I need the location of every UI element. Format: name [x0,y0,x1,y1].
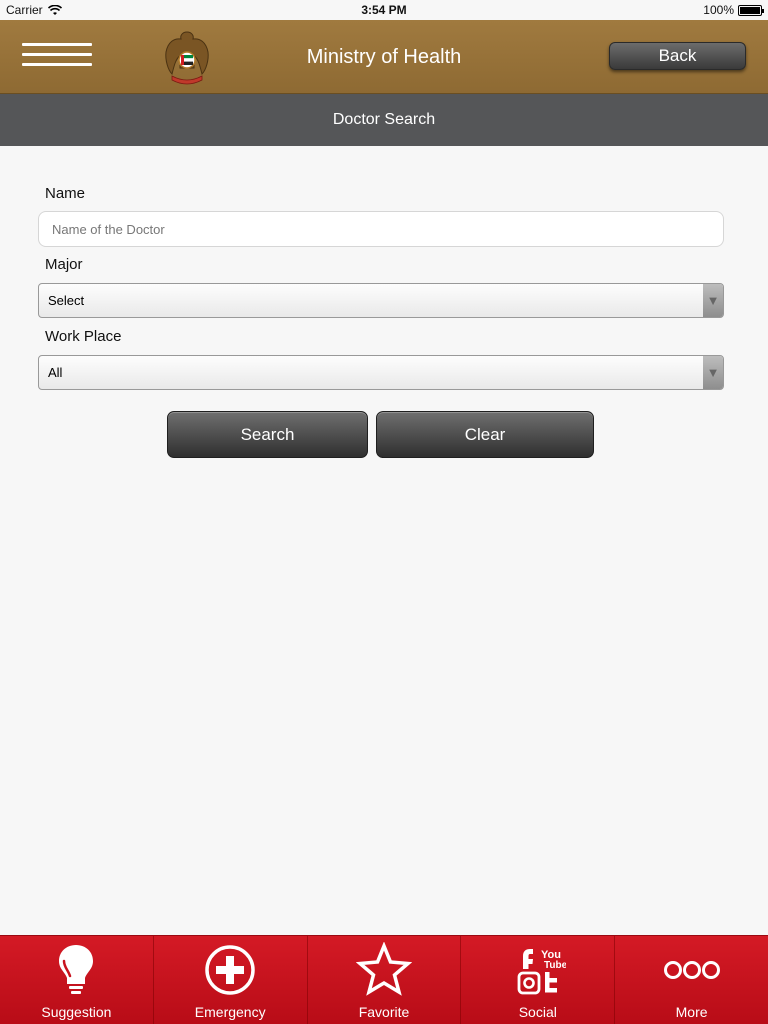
social-icon: You Tube [517,949,566,995]
clear-button[interactable]: Clear [376,411,594,458]
battery-percent: 100% [703,3,734,17]
status-time: 3:54 PM [361,3,407,17]
major-select-value: Select [48,293,85,308]
workplace-select-value: All [48,365,63,380]
workplace-label: Work Place [45,328,122,345]
bottom-tab-bar: Suggestion Emergency Favorite You Tube S… [0,935,768,1024]
major-select[interactable]: Select ▼ [38,283,724,318]
battery-icon [738,4,764,16]
tab-favorite-label: Favorite [358,1004,410,1020]
tab-social[interactable]: You Tube Social [461,936,616,1024]
search-button[interactable]: Search [167,411,368,458]
top-nav-bar: Ministry of Health Back [0,20,768,94]
doctor-name-input[interactable] [38,211,724,247]
status-bar: Carrier 3:54 PM 100% [0,0,768,20]
tab-more[interactable]: More [615,936,768,1024]
tab-more-label: More [675,1004,708,1020]
tab-emergency[interactable]: Emergency [154,936,308,1024]
tab-emergency-label: Emergency [194,1004,266,1020]
tab-social-label: Social [518,1004,557,1020]
more-icon [663,961,720,979]
svg-text:Tube: Tube [544,960,566,971]
dropdown-arrow-icon: ▼ [703,356,723,389]
major-label: Major [45,256,83,273]
plus-circle-icon [205,945,255,995]
lightbulb-icon [59,945,94,994]
page-title: Doctor Search [0,94,768,146]
tab-suggestion[interactable]: Suggestion [0,936,154,1024]
star-icon [355,942,412,996]
workplace-select[interactable]: All ▼ [38,355,724,390]
back-button[interactable]: Back [609,42,746,70]
dropdown-arrow-icon: ▼ [703,284,723,317]
tab-favorite[interactable]: Favorite [308,936,462,1024]
tab-suggestion-label: Suggestion [41,1004,112,1020]
name-label: Name [45,185,86,202]
